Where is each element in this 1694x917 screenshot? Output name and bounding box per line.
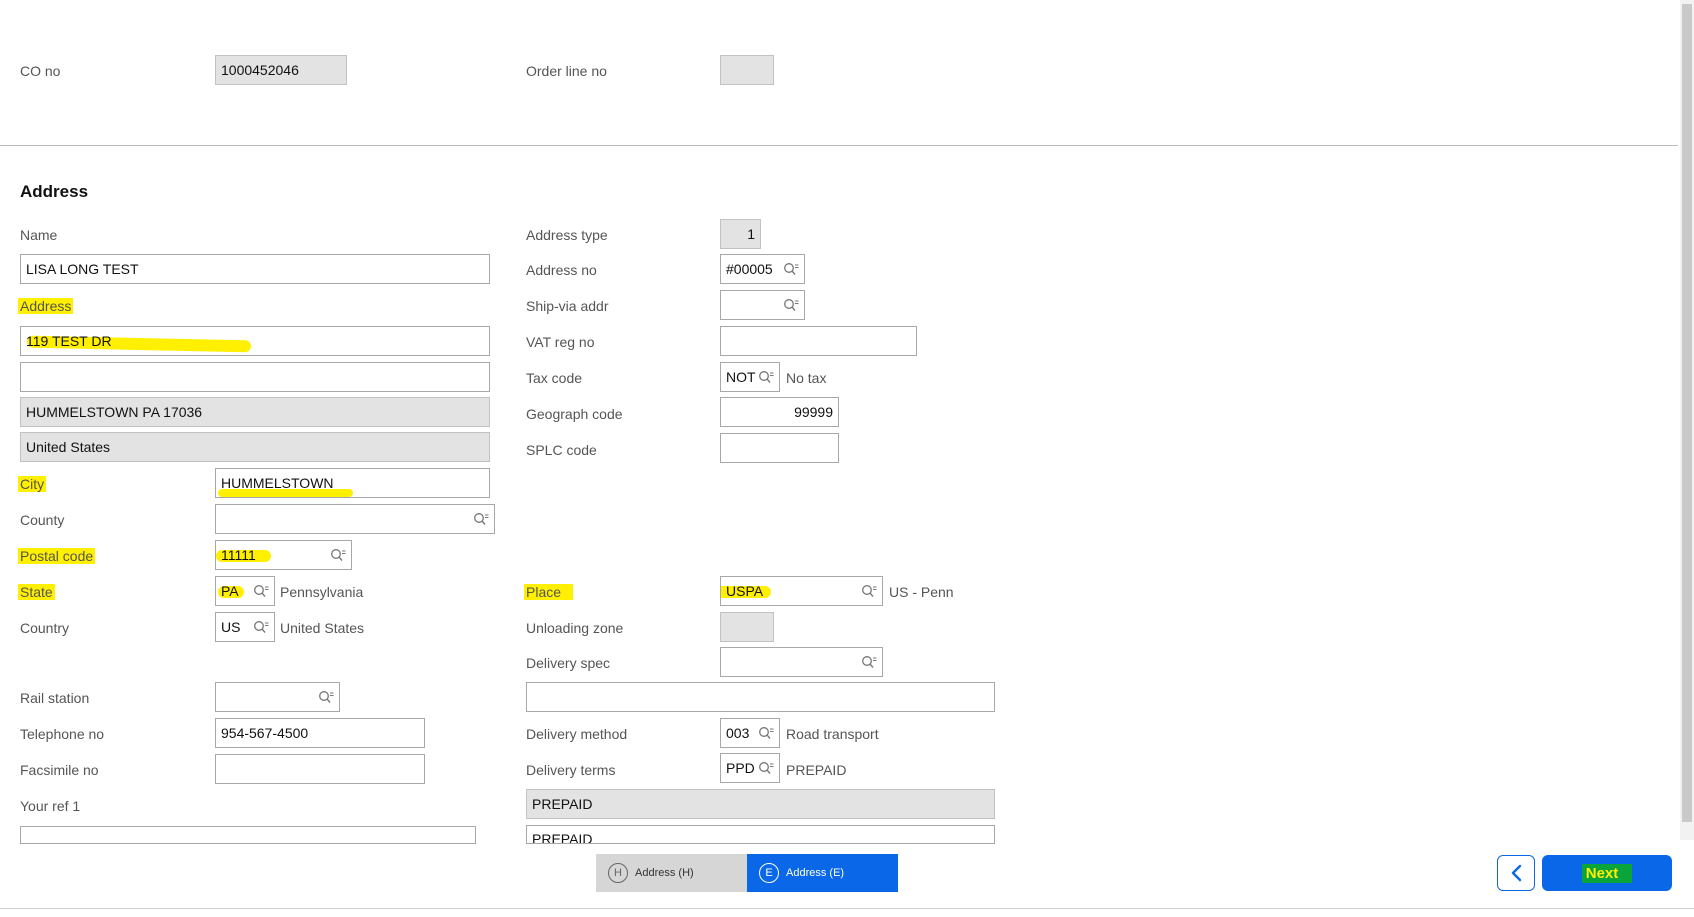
delivery-terms-label: Delivery terms (526, 762, 616, 778)
address-no-label: Address no (526, 262, 597, 278)
bottom-divider (0, 908, 1694, 909)
order-line-field[interactable] (720, 55, 774, 85)
search-icon[interactable] (318, 690, 334, 704)
delivery-method-label: Delivery method (526, 726, 628, 742)
scrollbar-thumb[interactable] (1682, 4, 1692, 822)
vertical-scrollbar[interactable] (1680, 0, 1694, 840)
tab-address-e[interactable]: E Address (E) (747, 854, 898, 892)
delivery-terms-text2-field[interactable]: PREPAID (526, 825, 995, 844)
delivery-spec-field[interactable] (720, 647, 883, 677)
postal-code-field[interactable]: 11111 (215, 540, 352, 570)
back-button[interactable] (1497, 855, 1535, 891)
section-title: Address (20, 182, 89, 201)
delivery-method-description: Road transport (786, 726, 879, 742)
address-type-field: 1 (720, 219, 761, 249)
vat-reg-field[interactable] (720, 326, 917, 356)
co-no-field[interactable]: 1000452046 (215, 55, 347, 85)
telephone-field[interactable]: 954-567-4500 (215, 718, 425, 748)
name-label: Name (20, 227, 58, 243)
geograph-code-label: Geograph code (526, 406, 623, 422)
country-description: United States (280, 620, 365, 636)
state-field[interactable]: PA (215, 576, 275, 606)
facsimile-label: Facsimile no (20, 762, 99, 778)
tax-code-description: No tax (786, 370, 827, 386)
ship-via-label: Ship-via addr (526, 298, 609, 314)
address-line3-field: HUMMELSTOWN PA 17036 (20, 397, 490, 427)
delivery-terms-description: PREPAID (786, 762, 847, 778)
your-ref-label: Your ref 1 (20, 798, 81, 814)
country-field[interactable]: US (215, 612, 275, 642)
facsimile-field[interactable] (215, 754, 425, 784)
address-line2-field[interactable] (20, 362, 490, 392)
tab-address-h[interactable]: H Address (H) (596, 854, 747, 892)
address-no-field[interactable]: #00005 (720, 254, 805, 284)
step-e-icon: E (759, 863, 779, 883)
search-icon[interactable] (783, 298, 799, 312)
county-field[interactable] (215, 504, 495, 534)
tab-address-e-label: Address (E) (786, 867, 845, 879)
search-icon[interactable] (758, 370, 774, 384)
address-line4-field: United States (20, 432, 490, 462)
country-label: Country (20, 620, 70, 636)
tab-address-h-label: Address (H) (635, 867, 694, 879)
postal-code-label: Postal code (18, 548, 96, 564)
splc-code-label: SPLC code (526, 442, 597, 458)
address-label: Address (18, 298, 74, 314)
your-ref-field[interactable] (20, 826, 476, 844)
tax-code-label: Tax code (526, 370, 583, 386)
place-label: Place (524, 583, 574, 601)
state-description: Pennsylvania (280, 584, 364, 600)
city-field[interactable]: HUMMELSTOWN (215, 468, 490, 498)
rail-station-label: Rail station (20, 690, 90, 706)
address-type-label: Address type (526, 227, 608, 243)
county-label: County (20, 512, 65, 528)
search-icon[interactable] (253, 620, 269, 634)
chevron-left-icon (1511, 864, 1522, 882)
unloading-zone-label: Unloading zone (526, 620, 624, 636)
delivery-terms-field[interactable]: PPD (720, 753, 780, 783)
next-button-label: Next (1581, 863, 1633, 883)
search-icon[interactable] (861, 584, 877, 598)
next-button[interactable]: Next (1542, 855, 1672, 891)
address-line1-field[interactable]: 119 TEST DR (20, 326, 490, 356)
delivery-terms-text1-field: PREPAID (526, 789, 995, 819)
telephone-label: Telephone no (20, 726, 105, 742)
name-field[interactable]: LISA LONG TEST (20, 254, 490, 284)
splc-code-field[interactable] (720, 433, 839, 463)
rail-station-field[interactable] (215, 682, 340, 712)
search-icon[interactable] (473, 512, 489, 526)
search-icon[interactable] (253, 584, 269, 598)
header-divider (0, 145, 1678, 146)
search-icon[interactable] (783, 262, 799, 276)
place-field[interactable]: USPA (720, 576, 883, 606)
geograph-code-field[interactable]: 99999 (720, 397, 839, 427)
place-description: US - Penn (889, 584, 954, 600)
step-tabs: H Address (H) E Address (E) (596, 854, 898, 892)
delivery-spec-label: Delivery spec (526, 655, 611, 671)
vat-reg-label: VAT reg no (526, 334, 595, 350)
order-line-label: Order line no (526, 63, 607, 79)
ship-via-field[interactable] (720, 290, 805, 320)
search-icon[interactable] (758, 726, 774, 740)
search-icon[interactable] (330, 548, 346, 562)
co-no-label: CO no (20, 63, 61, 79)
search-icon[interactable] (758, 761, 774, 775)
unloading-zone-field (720, 612, 774, 642)
state-label: State (18, 584, 55, 600)
delivery-spec-text-field[interactable] (526, 682, 995, 712)
step-h-icon: H (608, 863, 628, 883)
tax-code-field[interactable]: NOT (720, 362, 780, 392)
search-icon[interactable] (861, 655, 877, 669)
city-label: City (18, 476, 47, 492)
delivery-method-field[interactable]: 003 (720, 718, 780, 748)
